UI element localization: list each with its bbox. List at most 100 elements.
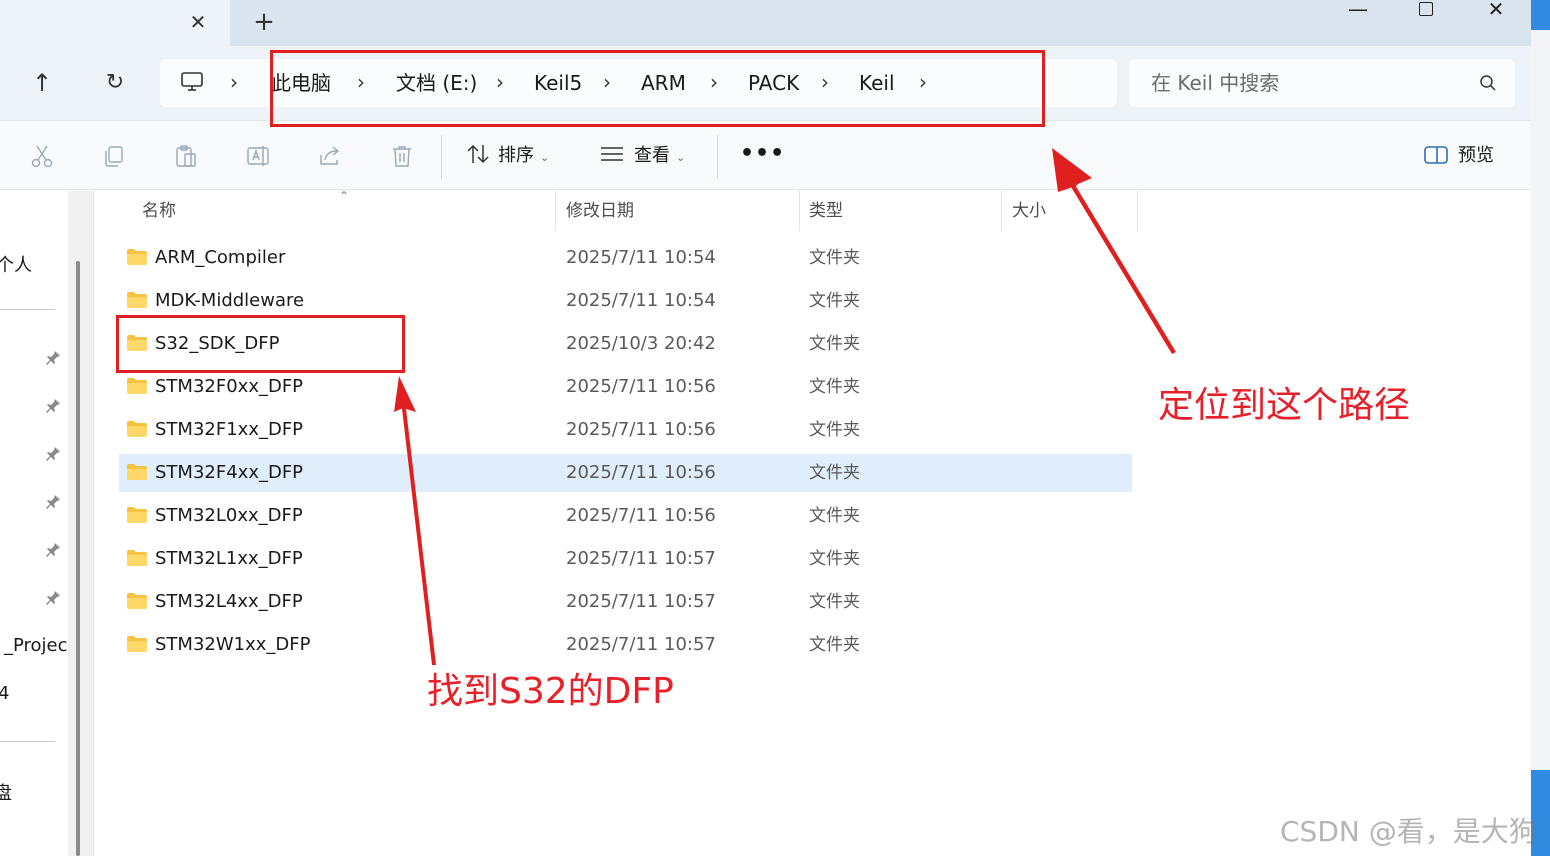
file-modified-date: 2025/7/11 10:56 bbox=[566, 462, 716, 483]
navigation-pane: 个人 _Project 4 盘 bbox=[0, 191, 75, 856]
folder-icon bbox=[127, 249, 147, 265]
file-name: ARM_Compiler bbox=[155, 247, 286, 268]
file-modified-date: 2025/7/11 10:56 bbox=[566, 376, 716, 397]
column-header-size[interactable]: 大小 bbox=[1012, 191, 1046, 231]
chevron-down-icon: ⌄ bbox=[676, 151, 686, 164]
file-modified-date: 2025/7/11 10:57 bbox=[566, 591, 716, 612]
file-name: STM32F0xx_DFP bbox=[155, 376, 304, 397]
up-button[interactable]: ↑ bbox=[24, 66, 60, 100]
sidebar-item-drive[interactable]: 盘 bbox=[0, 779, 12, 805]
desktop-edge bbox=[1531, 0, 1550, 30]
pin-icon[interactable] bbox=[44, 541, 62, 559]
folder-icon bbox=[127, 464, 147, 480]
folder-icon bbox=[127, 421, 147, 437]
file-name: STM32L4xx_DFP bbox=[155, 591, 303, 612]
folder-icon bbox=[127, 378, 147, 394]
cut-icon[interactable] bbox=[29, 143, 55, 169]
file-row[interactable]: ARM_Compiler 2025/7/11 10:54 文件夹 bbox=[119, 239, 1132, 277]
command-bar: 排序 ⌄ 查看 ⌄ ••• 预览 bbox=[0, 120, 1531, 190]
preview-pane-button[interactable]: 预览 bbox=[1424, 139, 1494, 173]
window-edge bbox=[1531, 0, 1550, 856]
folder-icon bbox=[127, 292, 147, 308]
sort-label: 排序 bbox=[498, 145, 534, 166]
file-name: STM32L0xx_DFP bbox=[155, 505, 303, 526]
new-tab-button[interactable]: + bbox=[248, 6, 280, 38]
path-annotation: 定位到这个路径 bbox=[1158, 385, 1411, 426]
folder-icon bbox=[127, 507, 147, 523]
refresh-button[interactable]: ↻ bbox=[97, 66, 133, 100]
file-type: 文件夹 bbox=[809, 248, 860, 268]
file-modified-date: 2025/7/11 10:56 bbox=[566, 419, 716, 440]
file-modified-date: 2025/7/11 10:54 bbox=[566, 290, 716, 311]
pin-icon[interactable] bbox=[44, 397, 62, 415]
navigation-scrollbar[interactable] bbox=[68, 191, 94, 856]
scrollbar-thumb[interactable] bbox=[76, 261, 80, 856]
file-type: 文件夹 bbox=[809, 420, 860, 440]
column-divider[interactable] bbox=[555, 191, 556, 231]
this-pc-icon[interactable] bbox=[180, 71, 204, 93]
paste-icon[interactable] bbox=[173, 143, 199, 169]
sidebar-item-personal[interactable]: 个人 bbox=[0, 251, 32, 277]
file-row[interactable]: STM32F0xx_DFP 2025/7/11 10:56 文件夹 bbox=[119, 368, 1132, 406]
file-type: 文件夹 bbox=[809, 334, 860, 354]
s32-highlight-box bbox=[116, 315, 405, 373]
sort-button[interactable]: 排序 ⌄ bbox=[466, 139, 549, 173]
file-modified-date: 2025/7/11 10:57 bbox=[566, 634, 716, 655]
file-list: 名称 ⌃ 修改日期 类型 大小 ARM_Compiler 2025/7/11 10… bbox=[94, 189, 1531, 856]
file-type: 文件夹 bbox=[809, 291, 860, 311]
search-placeholder: 在 Keil 中搜索 bbox=[1151, 71, 1280, 95]
column-divider[interactable] bbox=[799, 191, 800, 231]
view-button[interactable]: 查看 ⌄ bbox=[600, 139, 685, 173]
search-icon[interactable] bbox=[1479, 74, 1497, 92]
sidebar-divider bbox=[0, 309, 55, 310]
close-window-button[interactable]: ✕ bbox=[1473, 0, 1519, 20]
tab-close-icon[interactable]: ✕ bbox=[184, 6, 212, 38]
file-modified-date: 2025/7/11 10:54 bbox=[566, 247, 716, 268]
file-row[interactable]: STM32L1xx_DFP 2025/7/11 10:57 文件夹 bbox=[119, 540, 1132, 578]
minimize-button[interactable]: — bbox=[1335, 0, 1381, 20]
search-input[interactable]: 在 Keil 中搜索 bbox=[1129, 59, 1515, 107]
folder-icon bbox=[127, 593, 147, 609]
more-options-button[interactable]: ••• bbox=[740, 137, 784, 171]
column-header-modified[interactable]: 修改日期 bbox=[566, 191, 634, 231]
file-name: STM32L1xx_DFP bbox=[155, 548, 303, 569]
sidebar-divider bbox=[0, 741, 55, 742]
delete-icon[interactable] bbox=[389, 143, 415, 169]
column-divider[interactable] bbox=[1001, 191, 1002, 231]
pin-icon[interactable] bbox=[44, 493, 62, 511]
sidebar-item-project[interactable]: _Project bbox=[4, 635, 75, 656]
preview-pane-icon bbox=[1424, 146, 1448, 164]
sort-icon bbox=[467, 144, 489, 164]
file-modified-date: 2025/7/11 10:56 bbox=[566, 505, 716, 526]
pin-icon[interactable] bbox=[44, 589, 62, 607]
rename-icon[interactable] bbox=[245, 143, 271, 169]
watermark: CSDN @看，是大狗 bbox=[1280, 815, 1537, 848]
file-name: STM32W1xx_DFP bbox=[155, 634, 311, 655]
file-type: 文件夹 bbox=[809, 635, 860, 655]
file-type: 文件夹 bbox=[809, 377, 860, 397]
file-row[interactable]: STM32L0xx_DFP 2025/7/11 10:56 文件夹 bbox=[119, 497, 1132, 535]
view-label: 查看 bbox=[634, 145, 670, 166]
pin-icon[interactable] bbox=[44, 349, 62, 367]
file-name: STM32F4xx_DFP bbox=[155, 462, 304, 483]
chevron-down-icon: ⌄ bbox=[540, 151, 550, 164]
maximize-icon bbox=[1419, 2, 1433, 16]
copy-icon[interactable] bbox=[101, 143, 127, 169]
share-icon[interactable] bbox=[317, 143, 343, 169]
column-divider[interactable] bbox=[1137, 191, 1138, 231]
file-row[interactable]: STM32W1xx_DFP 2025/7/11 10:57 文件夹 bbox=[119, 626, 1132, 664]
sidebar-item-4[interactable]: 4 bbox=[0, 683, 9, 704]
file-name: STM32F1xx_DFP bbox=[155, 419, 304, 440]
preview-label: 预览 bbox=[1458, 145, 1494, 166]
folder-icon bbox=[127, 636, 147, 652]
file-row[interactable]: STM32F4xx_DFP 2025/7/11 10:56 文件夹 bbox=[119, 454, 1132, 492]
file-row[interactable]: STM32L4xx_DFP 2025/7/11 10:57 文件夹 bbox=[119, 583, 1132, 621]
column-header-name[interactable]: 名称 bbox=[142, 191, 176, 231]
column-header-type[interactable]: 类型 bbox=[809, 191, 843, 231]
pin-icon[interactable] bbox=[44, 445, 62, 463]
toolbar-divider bbox=[441, 135, 442, 179]
sort-ascending-icon: ⌃ bbox=[339, 189, 350, 203]
maximize-button[interactable] bbox=[1403, 0, 1449, 20]
breadcrumb-separator[interactable]: › bbox=[230, 59, 238, 107]
file-row[interactable]: STM32F1xx_DFP 2025/7/11 10:56 文件夹 bbox=[119, 411, 1132, 449]
